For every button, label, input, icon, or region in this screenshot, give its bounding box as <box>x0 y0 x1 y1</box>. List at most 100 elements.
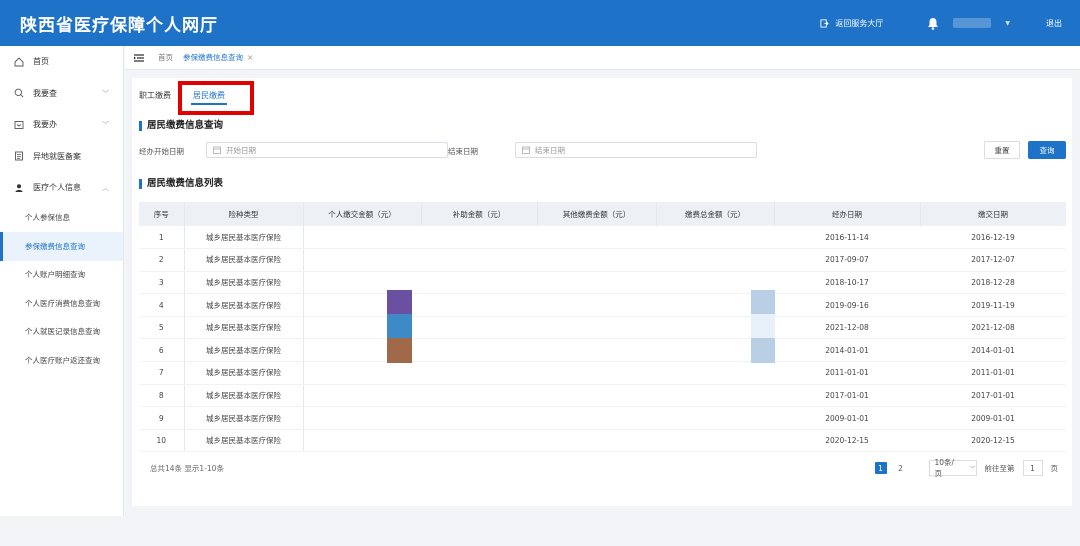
column-header: 经办日期 <box>774 202 921 226</box>
table-cell: 城乡居民基本医疗保险 <box>184 248 304 272</box>
end-date-placeholder: 结束日期 <box>535 145 565 155</box>
column-header: 补助金额（元） <box>421 202 538 226</box>
table-cell <box>656 406 774 430</box>
table-cell: 2009-01-01 <box>774 406 920 430</box>
table-cell <box>656 361 774 385</box>
table-cell <box>421 316 537 340</box>
tab-payment-query[interactable]: 参保缴费信息查询 × <box>183 52 253 63</box>
chevron-up-icon: ︿ <box>102 184 109 192</box>
column-header: 缴交日期 <box>920 202 1067 226</box>
table-cell <box>421 338 537 363</box>
sidebar-subitem-account-refund[interactable]: 个人医疗账户返还查询 <box>0 346 123 375</box>
sidebar-subitem-payment-query[interactable]: 参保缴费信息查询 <box>0 232 123 261</box>
close-icon[interactable]: × <box>247 53 253 62</box>
table-row: 4 城乡居民基本医疗保险 2019-09-16 2019-11-19 <box>139 293 1066 317</box>
sidebar-item-handle[interactable]: 我要办 ﹀ <box>0 109 123 141</box>
menu-fold-icon[interactable] <box>134 53 144 62</box>
table-cell <box>537 226 656 250</box>
table-cell: 2017-12-07 <box>920 248 1066 272</box>
table-cell <box>537 406 656 430</box>
table-cell <box>656 384 774 408</box>
page-tab-bar: 首页 参保缴费信息查询 × <box>125 46 1080 70</box>
sidebar-item-label: 异地就医备案 <box>33 151 81 161</box>
table-cell: 2009-01-01 <box>920 406 1066 430</box>
table-cell: 2017-01-01 <box>774 384 920 408</box>
end-date-input[interactable]: 结束日期 <box>515 142 757 158</box>
bell-icon[interactable] <box>927 17 939 30</box>
table-cell: 6 <box>139 338 185 363</box>
column-header: 其他缴费金额（元） <box>537 202 657 226</box>
calendar-icon <box>213 146 221 154</box>
table-cell: 城乡居民基本医疗保险 <box>184 361 304 385</box>
sidebar-item-remote-filing[interactable]: 异地就医备案 <box>0 141 123 173</box>
redaction-patch <box>751 290 775 363</box>
table-cell: 10 <box>139 429 185 453</box>
table-cell: 2016-12-19 <box>920 226 1066 250</box>
table-cell: 1 <box>139 226 185 250</box>
query-section-title: 居民缴费信息查询 <box>139 121 223 131</box>
table-row: 10 城乡居民基本医疗保险 2020-12-15 2020-12-15 <box>139 429 1066 453</box>
page-1-button[interactable]: 1 <box>874 462 887 474</box>
search-button[interactable]: 查询 <box>1028 141 1066 159</box>
table-cell: 9 <box>139 406 185 430</box>
logout-link[interactable]: 退出 <box>1046 18 1062 29</box>
table-row: 2 城乡居民基本医疗保险 2017-09-07 2017-12-07 <box>139 248 1066 272</box>
table-cell <box>421 248 537 272</box>
header-actions: 返回服务大厅 ▼ 退出 <box>820 0 1062 46</box>
sidebar-subitem-consumption[interactable]: 个人医疗消费信息查询 <box>0 289 123 318</box>
table-cell: 城乡居民基本医疗保险 <box>184 384 304 408</box>
table-cell: 2019-11-19 <box>920 293 1066 317</box>
sidebar-subitem-insurance-info[interactable]: 个人参保信息 <box>0 204 123 233</box>
chevron-down-icon: ﹀ <box>102 89 109 98</box>
table-cell: 3 <box>139 271 185 295</box>
sidebar-subitem-visit-records[interactable]: 个人就医记录信息查询 <box>0 318 123 347</box>
reset-button[interactable]: 重置 <box>984 141 1020 159</box>
column-header: 险种类型 <box>184 202 304 226</box>
sidebar-item-label: 我要查 <box>33 88 57 98</box>
sidebar-item-home[interactable]: 首页 <box>0 46 123 78</box>
table-cell: 5 <box>139 316 185 340</box>
goto-page-input[interactable]: 1 <box>1022 460 1043 476</box>
table-cell: 2011-01-01 <box>774 361 920 385</box>
subtab-employee-payment[interactable]: 职工缴费 <box>139 90 171 101</box>
table-cell <box>537 361 656 385</box>
sidebar-subitem-account-detail[interactable]: 个人账户明细查询 <box>0 261 123 290</box>
table-header-row: 序号 险种类型 个人缴交金额（元） 补助金额（元） 其他缴费金额（元） 缴费总金… <box>139 202 1067 226</box>
table-cell: 4 <box>139 293 185 317</box>
tab-home[interactable]: 首页 <box>158 52 173 63</box>
page-2-button[interactable]: 2 <box>895 462 907 474</box>
tab-payment-query-label: 参保缴费信息查询 <box>183 53 243 62</box>
home-icon <box>14 57 24 67</box>
table-cell: 2014-01-01 <box>920 338 1066 363</box>
page-size-select[interactable]: 10条/页 ﹀ <box>928 458 977 478</box>
table-row: 3 城乡居民基本医疗保险 2018-10-17 2018-12-28 <box>139 271 1066 295</box>
sidebar-item-personal-info[interactable]: 医疗个人信息 ︿ <box>0 172 123 204</box>
redaction-patch <box>387 290 412 363</box>
pagination: 1 2 10条/页 ﹀ 前往至第 1 页 <box>874 458 1058 478</box>
table-cell <box>656 248 774 272</box>
table-cell: 城乡居民基本医疗保险 <box>184 271 304 295</box>
sidebar-item-query[interactable]: 我要查 ﹀ <box>0 78 123 110</box>
table-cell <box>537 384 656 408</box>
table-cell <box>537 316 656 340</box>
highlight-annotation <box>178 81 254 115</box>
table-cell: 8 <box>139 384 185 408</box>
table-cell <box>537 293 656 317</box>
list-section-title: 居民缴费信息列表 <box>139 179 223 189</box>
column-header: 缴费总金额（元） <box>656 202 775 226</box>
start-date-input[interactable]: 开始日期 <box>206 142 448 158</box>
return-service-hall-label: 返回服务大厅 <box>835 18 884 28</box>
table-cell: 2018-12-28 <box>920 271 1066 295</box>
return-service-hall-link[interactable]: 返回服务大厅 <box>820 18 883 29</box>
sidebar-item-label: 我要办 <box>33 120 57 130</box>
table-row: 6 城乡居民基本医疗保险 2014-01-01 2014-01-01 <box>139 338 1066 363</box>
end-date-label: 结束日期 <box>448 147 478 156</box>
table-cell <box>303 429 421 453</box>
sidebar-item-label: 医疗个人信息 <box>33 183 81 193</box>
table-cell <box>303 248 421 272</box>
page-size-value: 10条/页 <box>934 458 955 478</box>
chevron-down-icon[interactable]: ▼ <box>1005 20 1010 27</box>
user-name-redacted[interactable] <box>953 18 992 28</box>
table-cell <box>537 338 656 363</box>
column-header: 个人缴交金额（元） <box>303 202 422 226</box>
